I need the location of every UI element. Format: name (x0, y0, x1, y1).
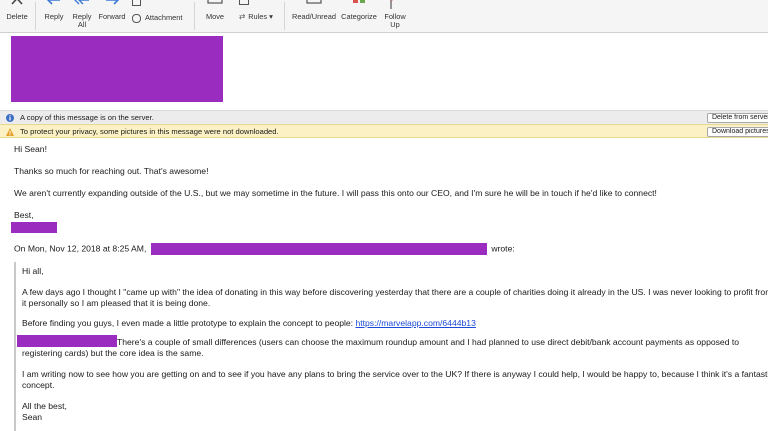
redacted-signature (11, 222, 57, 233)
envelope-icon (306, 0, 322, 4)
quoted-paragraph-line: registering cards) but the core idea is … (22, 348, 204, 358)
quote-attribution-date: On Mon, Nov 12, 2018 at 8:25 AM, (14, 243, 147, 254)
quoted-paragraph-line: I am writing now to see how you are gett… (22, 369, 768, 379)
server-copy-bar: A copy of this message is on the server.… (0, 110, 768, 124)
reply-paragraph: We aren't currently expanding outside of… (14, 188, 657, 198)
reply-signoff: Best, (14, 210, 34, 220)
quote-attribution: On Mon, Nov 12, 2018 at 8:25 AM, wrote: (14, 243, 515, 255)
reply-all-button[interactable]: Reply All (69, 0, 95, 33)
reply-paragraph: Thanks so much for reaching out. That's … (14, 166, 209, 176)
flag-icon (390, 0, 394, 9)
meeting-icon (132, 0, 141, 6)
reply-greeting: Hi Sean! (14, 144, 47, 154)
redacted-sender-email (151, 243, 488, 255)
toolbar-divider (35, 2, 36, 30)
rules-icon: ⇄ (239, 12, 246, 21)
paperclip-icon (132, 13, 141, 23)
forward-label: Forward (98, 12, 126, 21)
warning-icon (6, 128, 14, 136)
quote-attribution-wrote: wrote: (491, 243, 515, 254)
follow-up-label: Follow Up (384, 12, 406, 29)
privacy-text: To protect your privacy, some pictures i… (20, 127, 279, 136)
move-folder-icon (207, 0, 223, 4)
delete-button[interactable]: Delete (3, 0, 31, 33)
reply-arrow-icon (46, 0, 60, 5)
delete-icon (11, 0, 23, 5)
quoted-signature-name: Sean (22, 412, 43, 422)
categorize-button[interactable]: Categorize (339, 0, 379, 33)
download-pictures-button[interactable]: Download pictures (707, 127, 768, 137)
reply-label: Reply (44, 12, 64, 21)
categorize-label: Categorize (341, 12, 377, 21)
info-icon (6, 114, 14, 122)
quote-rule (14, 262, 16, 431)
quoted-paragraph-prototype: Before finding you guys, I even made a l… (22, 318, 476, 329)
delete-label: Delete (6, 12, 28, 21)
forward-arrow-icon (106, 0, 120, 5)
message-header (0, 34, 768, 108)
reply-button[interactable]: Reply (41, 0, 67, 33)
quoted-greeting: Hi all, (22, 266, 44, 276)
privacy-bar: To protect your privacy, some pictures i… (0, 124, 768, 138)
server-copy-text: A copy of this message is on the server. (20, 113, 154, 122)
redacted-inline-text (17, 335, 117, 347)
junk-button[interactable] (239, 0, 252, 6)
prototype-link[interactable]: https://marvelapp.com/6444b13 (355, 318, 475, 328)
rules-button[interactable]: ⇄ Rules ▾ (239, 12, 273, 21)
category-tag-icon (353, 0, 365, 3)
quoted-closing: All the best, (22, 401, 67, 411)
reply-all-label: Reply All (72, 12, 92, 29)
read-unread-button[interactable]: Read/Unread (290, 0, 338, 33)
toolbar-divider (194, 2, 195, 30)
quoted-paragraph-line: There's a couple of small differences (u… (117, 337, 740, 347)
junk-icon (239, 0, 249, 6)
toolbar-divider (284, 2, 285, 30)
ribbon-toolbar: Delete Reply Reply All Forward Attachment… (0, 0, 768, 33)
quoted-paragraph-line: concept. (22, 380, 55, 390)
rules-label: Rules (248, 12, 268, 21)
quoted-prototype-text: Before finding you guys, I even made a l… (22, 318, 354, 328)
follow-up-button[interactable]: Follow Up (382, 0, 408, 33)
redacted-sender-block (11, 36, 223, 102)
move-label: Move (205, 12, 225, 21)
forward-button[interactable]: Forward (97, 0, 127, 33)
meeting-button[interactable] (132, 0, 144, 6)
attachment-button[interactable]: Attachment (132, 13, 182, 23)
attachment-label: Attachment (145, 13, 183, 22)
quoted-paragraph-line: A few days ago I thought I "came up with… (22, 287, 768, 297)
read-unread-label: Read/Unread (292, 12, 336, 21)
move-button[interactable]: Move (200, 0, 230, 33)
reply-all-icon (74, 0, 89, 5)
delete-from-server-button[interactable]: Delete from server (707, 113, 768, 123)
chevron-down-icon: ▾ (267, 12, 273, 21)
quoted-paragraph-line: it personally so I am pleased that it is… (22, 298, 211, 308)
